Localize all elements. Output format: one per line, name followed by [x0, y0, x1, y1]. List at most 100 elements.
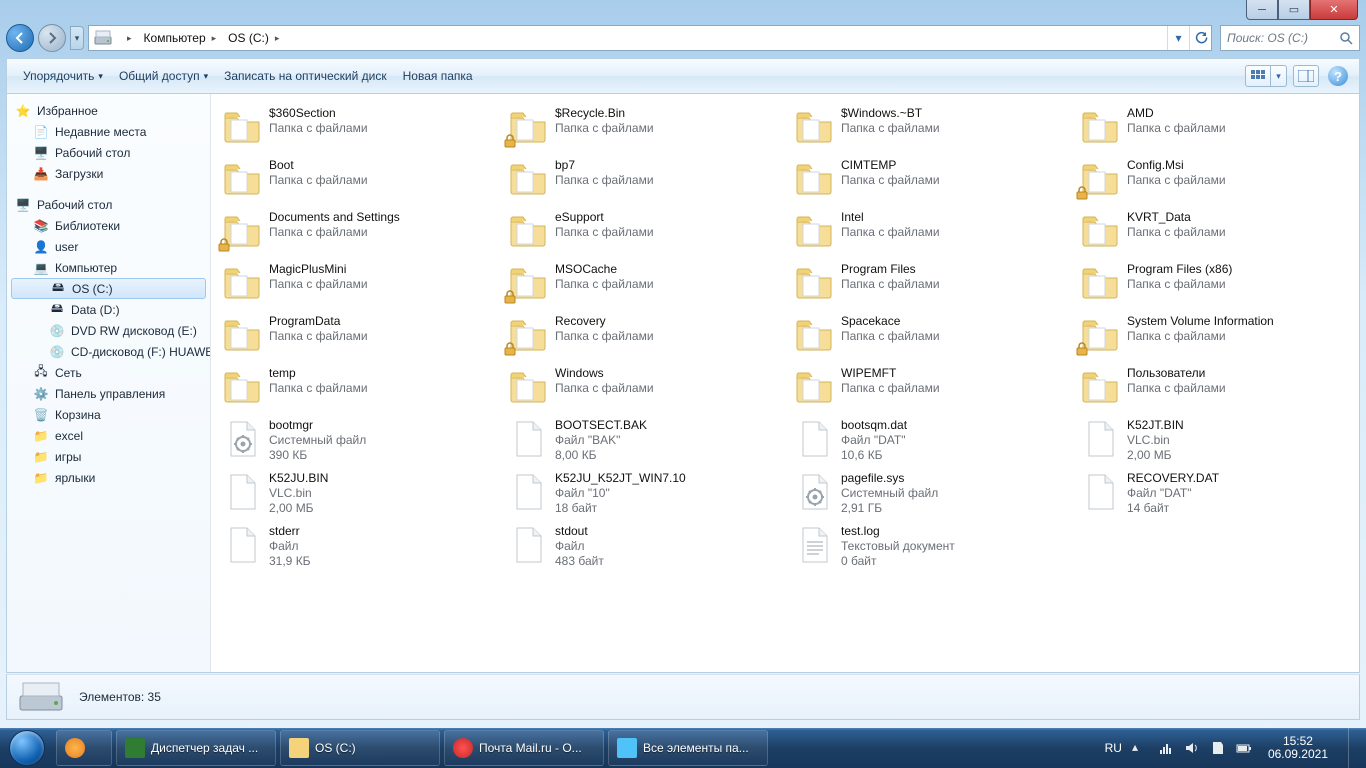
file-item[interactable]: WIPEMFTПапка с файлами	[787, 362, 1073, 414]
file-item[interactable]: $Recycle.BinПапка с файлами	[501, 102, 787, 154]
file-item[interactable]: SpacekaceПапка с файлами	[787, 310, 1073, 362]
clock[interactable]: 15:52 06.09.2021	[1268, 735, 1328, 761]
task-media-player[interactable]	[56, 730, 112, 766]
start-button[interactable]	[0, 728, 54, 768]
file-item[interactable]: KVRT_DataПапка с файлами	[1073, 206, 1359, 258]
search-input[interactable]: Поиск: OS (C:)	[1220, 25, 1360, 51]
lang-indicator[interactable]: RU	[1105, 741, 1122, 755]
file-item[interactable]: WindowsПапка с файлами	[501, 362, 787, 414]
file-item[interactable]: $Windows.~BTПапка с файлами	[787, 102, 1073, 154]
tree-item-excel[interactable]: 📁excel	[7, 425, 210, 446]
tree-item-libraries[interactable]: 📚Библиотеки	[7, 215, 210, 236]
tree-item-osc[interactable]: 🖴OS (C:)	[11, 278, 206, 299]
file-item[interactable]: K52JU_K52JT_WIN7.10Файл "10"18 байт	[501, 467, 787, 520]
action-center-icon[interactable]	[1210, 740, 1226, 756]
help-button[interactable]: ?	[1325, 65, 1351, 87]
item-name: temp	[269, 366, 368, 381]
file-icon	[507, 524, 549, 566]
file-item[interactable]: RecoveryПапка с файлами	[501, 310, 787, 362]
favorites-header[interactable]: ⭐Избранное	[7, 100, 210, 121]
task-explorer[interactable]: OS (C:)	[280, 730, 440, 766]
tree-item-shortcuts[interactable]: 📁ярлыки	[7, 467, 210, 488]
lock-icon	[503, 290, 517, 304]
tree-item-bin[interactable]: 🗑️Корзина	[7, 404, 210, 425]
tree-item-games[interactable]: 📁игры	[7, 446, 210, 467]
file-item[interactable]: $360SectionПапка с файлами	[215, 102, 501, 154]
view-mode-dropdown[interactable]: ▾	[1271, 65, 1287, 87]
address-dropdown[interactable]: ▾	[1167, 26, 1189, 50]
item-type: Папка с файлами	[1127, 173, 1226, 188]
file-item[interactable]: ProgramDataПапка с файлами	[215, 310, 501, 362]
task-opera[interactable]: Почта Mail.ru - O...	[444, 730, 604, 766]
file-item[interactable]: Program Files (x86)Папка с файлами	[1073, 258, 1359, 310]
file-item[interactable]: Documents and SettingsПапка с файлами	[215, 206, 501, 258]
file-item[interactable]: stderrФайл31,9 КБ	[215, 520, 501, 573]
task-task-manager[interactable]: Диспетчер задач ...	[116, 730, 276, 766]
tree-item-recent[interactable]: 📄Недавние места	[7, 121, 210, 142]
file-item[interactable]: stdoutФайл483 байт	[501, 520, 787, 573]
file-list[interactable]: $360SectionПапка с файлами$Recycle.BinПа…	[211, 94, 1359, 672]
forward-button[interactable]	[38, 24, 66, 52]
file-item[interactable]: K52JU.BINVLC.bin2,00 МБ	[215, 467, 501, 520]
item-type: VLC.bin	[269, 486, 328, 501]
tree-item-datad[interactable]: 🖴Data (D:)	[7, 299, 210, 320]
file-item[interactable]: K52JT.BINVLC.bin2,00 МБ	[1073, 414, 1359, 467]
tree-item-downloads[interactable]: 📥Загрузки	[7, 163, 210, 184]
tree-item-computer[interactable]: 💻Компьютер	[7, 257, 210, 278]
organize-menu[interactable]: Упорядочить▾	[15, 65, 111, 87]
drive-icon	[93, 28, 113, 48]
maximize-button[interactable]: ▭	[1278, 0, 1310, 20]
file-item[interactable]: bp7Папка с файлами	[501, 154, 787, 206]
minimize-button[interactable]: ─	[1246, 0, 1278, 20]
back-button[interactable]	[6, 24, 34, 52]
file-item[interactable]: AMDПапка с файлами	[1073, 102, 1359, 154]
file-item[interactable]: bootsqm.datФайл "DAT"10,6 КБ	[787, 414, 1073, 467]
item-size: 10,6 КБ	[841, 448, 907, 463]
network-icon[interactable]	[1158, 740, 1174, 756]
file-item[interactable]: BOOTSECT.BAKФайл "BAK"8,00 КБ	[501, 414, 787, 467]
file-item[interactable]: MagicPlusMiniПапка с файлами	[215, 258, 501, 310]
breadcrumb-segment[interactable]: Компьютер▸	[138, 26, 223, 50]
client-area: ⭐Избранное 📄Недавние места 🖥️Рабочий сто…	[6, 94, 1360, 673]
tree-item-network[interactable]: 🖧Сеть	[7, 362, 210, 383]
item-size: 18 байт	[555, 501, 686, 516]
tree-item-cdf[interactable]: 💿CD-дисковод (F:) HUAWEI M	[7, 341, 210, 362]
preview-pane-button[interactable]	[1293, 65, 1319, 87]
battery-icon[interactable]	[1236, 740, 1252, 756]
file-item[interactable]: IntelПапка с файлами	[787, 206, 1073, 258]
file-item[interactable]: System Volume InformationПапка с файлами	[1073, 310, 1359, 362]
file-item[interactable]: Config.MsiПапка с файлами	[1073, 154, 1359, 206]
history-dropdown[interactable]: ▾	[70, 26, 84, 50]
share-menu[interactable]: Общий доступ▾	[111, 65, 216, 87]
tree-item-dvde[interactable]: 💿DVD RW дисковод (E:)	[7, 320, 210, 341]
file-item[interactable]: eSupportПапка с файлами	[501, 206, 787, 258]
file-item[interactable]: bootmgrСистемный файл390 КБ	[215, 414, 501, 467]
file-item[interactable]: MSOCacheПапка с файлами	[501, 258, 787, 310]
file-item[interactable]: Program FilesПапка с файлами	[787, 258, 1073, 310]
breadcrumb-segment[interactable]: OS (C:)▸	[222, 26, 285, 50]
tree-item-desktop-fav[interactable]: 🖥️Рабочий стол	[7, 142, 210, 163]
tree-item-control-panel[interactable]: ⚙️Панель управления	[7, 383, 210, 404]
address-bar[interactable]: ▸ Компьютер▸ OS (C:)▸ ▾	[88, 25, 1212, 51]
tray-chevron-icon[interactable]: ▴	[1132, 740, 1148, 756]
folder-icon	[793, 262, 835, 304]
close-button[interactable]: ✕	[1310, 0, 1358, 20]
task-control-panel[interactable]: Все элементы па...	[608, 730, 768, 766]
file-item[interactable]: CIMTEMPПапка с файлами	[787, 154, 1073, 206]
show-desktop-button[interactable]	[1348, 728, 1360, 768]
file-item[interactable]: BootПапка с файлами	[215, 154, 501, 206]
file-item[interactable]: tempПапка с файлами	[215, 362, 501, 414]
desktop-header[interactable]: 🖥️Рабочий стол	[7, 194, 210, 215]
burn-button[interactable]: Записать на оптический диск	[216, 65, 395, 87]
item-size: 390 КБ	[269, 448, 366, 463]
refresh-button[interactable]	[1189, 26, 1211, 50]
file-item[interactable]: RECOVERY.DATФайл "DAT"14 байт	[1073, 467, 1359, 520]
breadcrumb-segment[interactable]: ▸	[115, 26, 138, 50]
tree-item-user[interactable]: 👤user	[7, 236, 210, 257]
volume-icon[interactable]	[1184, 740, 1200, 756]
file-item[interactable]: ПользователиПапка с файлами	[1073, 362, 1359, 414]
file-item[interactable]: pagefile.sysСистемный файл2,91 ГБ	[787, 467, 1073, 520]
view-mode-button[interactable]	[1245, 65, 1271, 87]
new-folder-button[interactable]: Новая папка	[395, 65, 481, 87]
file-item[interactable]: test.logТекстовый документ0 байт	[787, 520, 1073, 573]
